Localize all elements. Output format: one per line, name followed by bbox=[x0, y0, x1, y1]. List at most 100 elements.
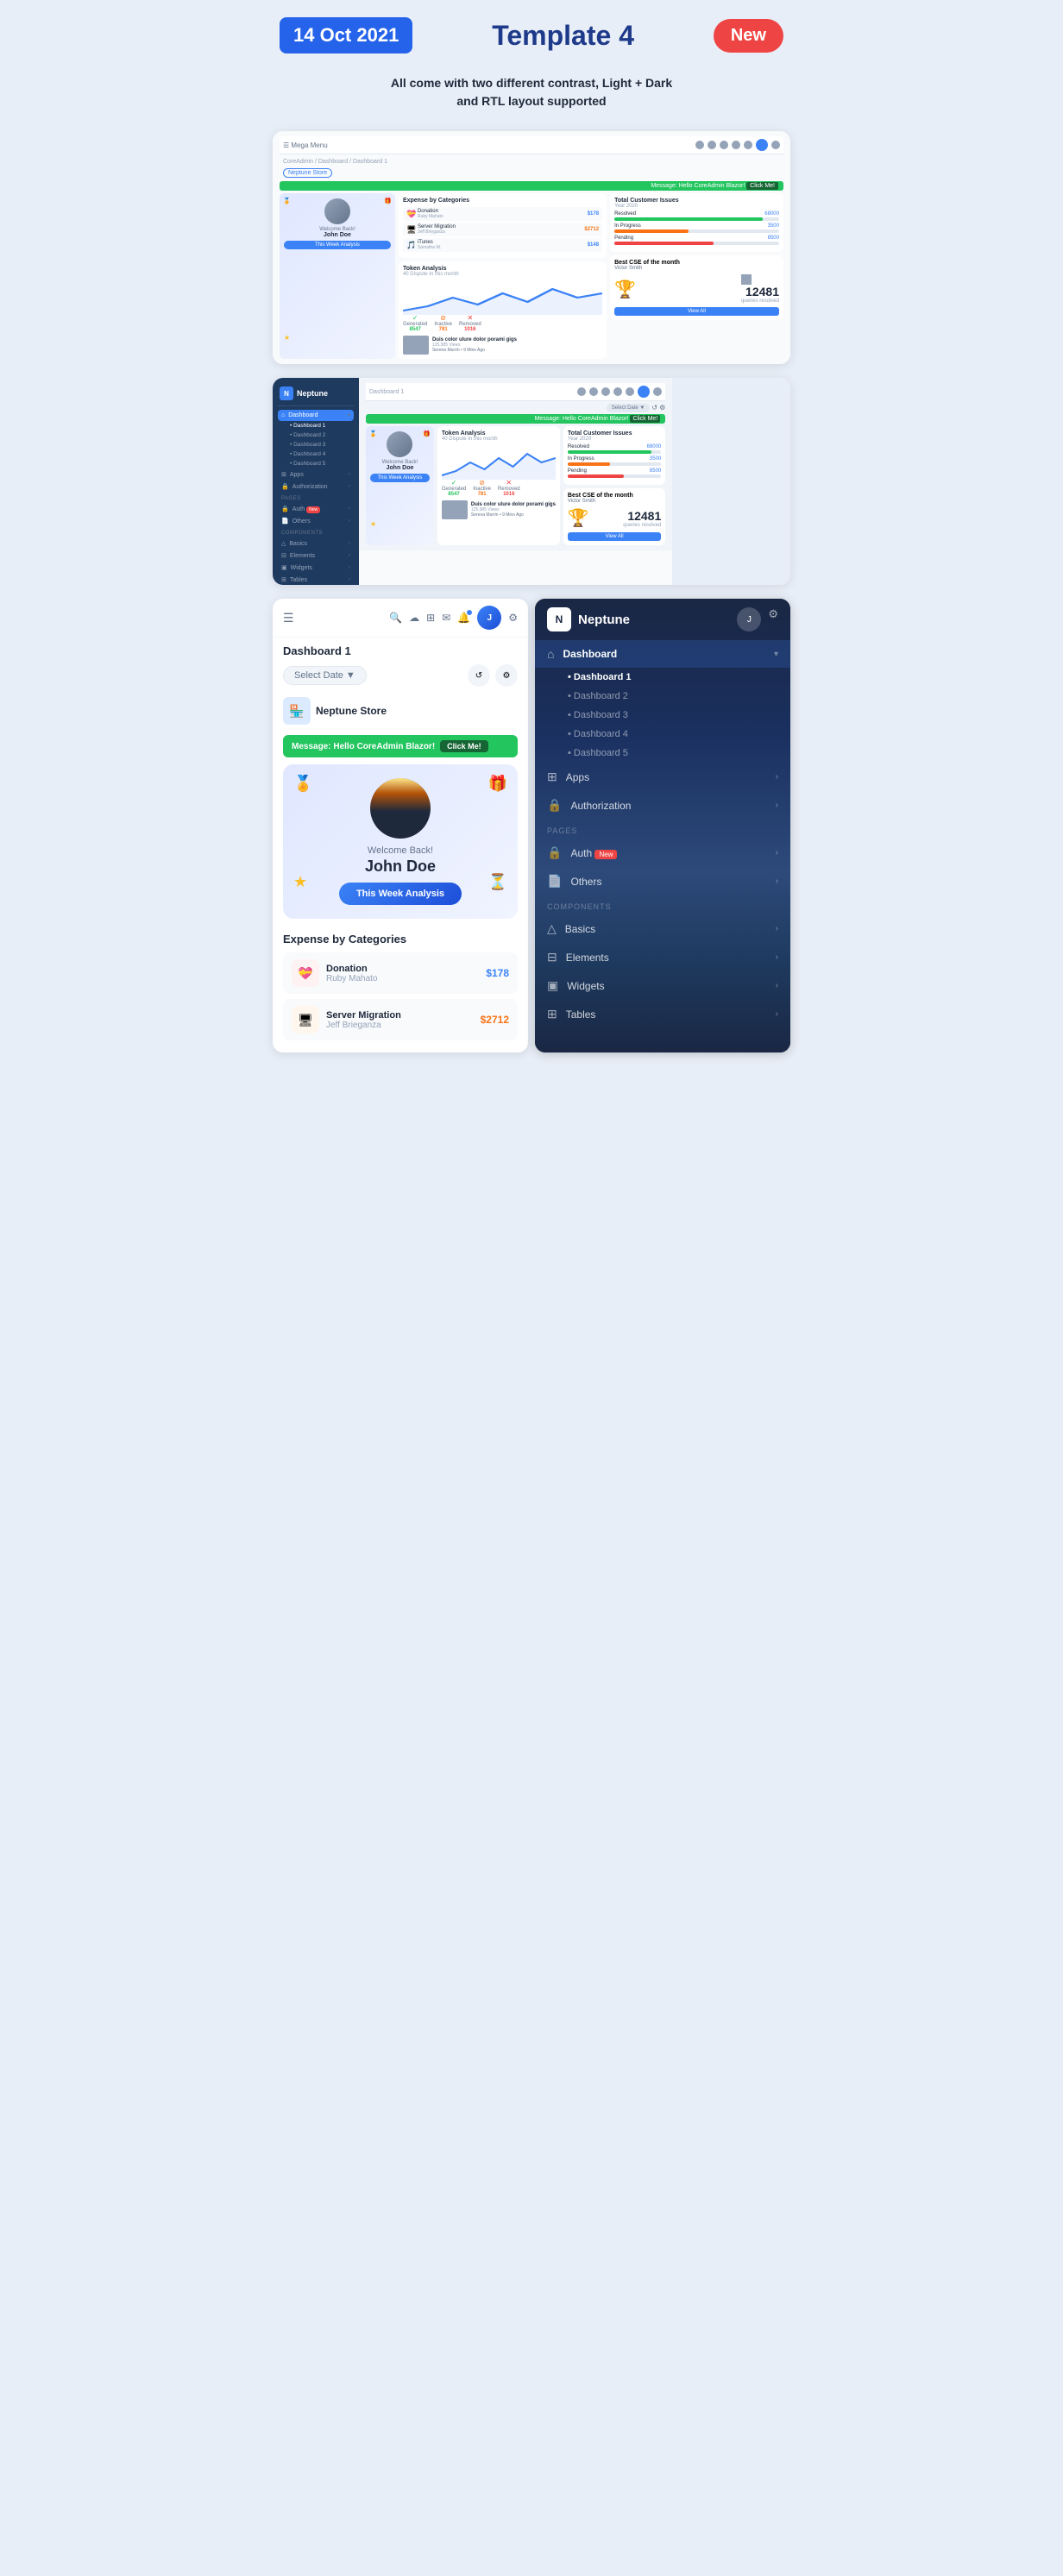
sidebar-item-auth-pages[interactable]: 🔒 Auth New › bbox=[278, 503, 354, 515]
lock-icon: 🔒 bbox=[281, 506, 289, 512]
sidebar-item-tables[interactable]: ⊞ Tables › bbox=[278, 574, 354, 585]
issues-title: Total Customer Issues bbox=[614, 198, 779, 204]
main-stats: ✓ Generated 8547 ⊘ Inactive 781 ✕ bbox=[442, 479, 556, 497]
dark-sub-dashboard5[interactable]: • Dashboard 5 bbox=[535, 744, 790, 763]
dark-lock-icon: 🔒 bbox=[547, 845, 562, 860]
cse-title: Best CSE of the month bbox=[614, 260, 779, 266]
bar-inprogress: In Progress3500 bbox=[614, 223, 779, 233]
sidebar-item-elements[interactable]: ⊟ Elements › bbox=[278, 550, 354, 562]
date-select-btn[interactable]: Select Date ▼ bbox=[283, 666, 367, 685]
dark-nav-authorization[interactable]: 🔒 Authorization › bbox=[535, 791, 790, 820]
dark-chevron-right-widgets: › bbox=[776, 981, 778, 990]
main-mini-dash: Dashboard 1 Select Date ▼ ↺ ⚙ bbox=[359, 378, 672, 550]
dark-nav-elements[interactable]: ⊟ Elements › bbox=[535, 943, 790, 971]
dark-nav-apps[interactable]: ⊞ Apps › bbox=[535, 763, 790, 791]
dark-topbar-icons: J ⚙ bbox=[737, 607, 778, 631]
filter-date-icon[interactable]: ⚙ bbox=[495, 664, 518, 687]
stat-generated: ✓ Generated 8547 bbox=[403, 314, 427, 332]
expense-left-1: 💝 Donation Ruby Mahato bbox=[292, 959, 377, 987]
date-select-row: Select Date ▼ ↺ ⚙ bbox=[273, 661, 528, 690]
gift-icon-2: 🎁 bbox=[423, 430, 431, 437]
main-issues: Total Customer Issues Year 2020 Resolved… bbox=[563, 426, 665, 485]
dark-nav-auth-page[interactable]: 🔒 Auth New › bbox=[535, 839, 790, 867]
sidebar-item-apps[interactable]: ⊞ Apps › bbox=[278, 468, 354, 481]
mini-expense: Expense by Categories 💝 Donation Ruby Ma… bbox=[399, 193, 607, 258]
new-badge-auth: New bbox=[306, 506, 320, 513]
dark-logo: N Neptune bbox=[547, 607, 630, 631]
grid-icon-2 bbox=[601, 387, 610, 396]
sidebar-sub-dashboard2[interactable]: • Dashboard 2 bbox=[278, 430, 354, 440]
sidebar-item-others[interactable]: 📄 Others › bbox=[278, 515, 354, 527]
week-analysis-btn[interactable]: This Week Analysis bbox=[339, 883, 462, 905]
select-date-btn[interactable]: Select Date ▼ bbox=[607, 404, 651, 412]
dark-sub-dashboard4[interactable]: • Dashboard 4 bbox=[535, 725, 790, 744]
expense-item-itunes: 🎵 iTunes Samatha W. $148 bbox=[403, 238, 602, 252]
dark-sub-dashboard3[interactable]: • Dashboard 3 bbox=[535, 706, 790, 725]
bell-icon bbox=[744, 141, 752, 149]
sidebar-item-widgets[interactable]: ▣ Widgets › bbox=[278, 562, 354, 574]
main-queries: 12481 bbox=[623, 509, 661, 523]
star-icon-2: ★ bbox=[370, 520, 376, 528]
expense-name-2: Server Migration bbox=[326, 1010, 401, 1021]
cloud-icon[interactable]: ☁ bbox=[409, 612, 419, 624]
search-icon-2 bbox=[577, 387, 586, 396]
article-thumb bbox=[403, 336, 429, 355]
search-icon-3[interactable]: 🔍 bbox=[389, 612, 402, 624]
elements-icon: ⊟ bbox=[281, 552, 286, 559]
dark-sub-dashboard2[interactable]: • Dashboard 2 bbox=[535, 687, 790, 706]
light-topbar-icons: 🔍 ☁ ⊞ ✉ 🔔 J ⚙ bbox=[389, 606, 518, 630]
split-light-card: ☰ 🔍 ☁ ⊞ ✉ 🔔 J ⚙ Dashboard 1 Select Date … bbox=[273, 599, 528, 1052]
expense-person-1: Ruby Mahato bbox=[326, 974, 377, 983]
home-icon: ⌂ bbox=[281, 412, 285, 418]
profile-avatar-large bbox=[370, 778, 431, 839]
mail-icon-3[interactable]: ✉ bbox=[442, 612, 450, 624]
dark-chevron-right-apps: › bbox=[776, 772, 778, 782]
dark-settings-icon[interactable]: ⚙ bbox=[768, 607, 778, 631]
click-me-btn[interactable]: Click Me! bbox=[440, 740, 488, 752]
week-btn: This Week Analysis bbox=[284, 241, 391, 249]
dark-nav-basics[interactable]: △ Basics › bbox=[535, 914, 790, 943]
mini-topbar: ☰ Mega Menu bbox=[280, 136, 783, 154]
donation-amount: $178 bbox=[588, 211, 599, 217]
bell-icon-3[interactable]: 🔔 bbox=[457, 612, 470, 624]
mini-menu: ☰ Mega Menu bbox=[283, 141, 328, 149]
dark-nav-dashboard[interactable]: ⌂ Dashboard ▾ bbox=[535, 640, 790, 668]
refresh-date-icon[interactable]: ↺ bbox=[468, 664, 490, 687]
split-preview: ☰ 🔍 ☁ ⊞ ✉ 🔔 J ⚙ Dashboard 1 Select Date … bbox=[273, 599, 790, 1052]
article-row: Duis color ulure dolor porami gigs 125,9… bbox=[403, 336, 602, 355]
dark-nav-widgets[interactable]: ▣ Widgets › bbox=[535, 971, 790, 1000]
grid-icon-3[interactable]: ⊞ bbox=[426, 612, 435, 624]
sidebar-sub-dashboard3[interactable]: • Dashboard 3 bbox=[278, 440, 354, 449]
select-date-row: Select Date ▼ ↺ ⚙ bbox=[366, 404, 665, 412]
hamburger-icon[interactable]: ☰ bbox=[283, 611, 294, 625]
article-author: Serena Murrin • 9 Mins Ago bbox=[432, 348, 517, 353]
dark-sub-dashboard1[interactable]: • Dashboard 1 bbox=[535, 668, 790, 687]
sidebar-item-basics[interactable]: △ Basics › bbox=[278, 537, 354, 550]
sidebar-sub-dashboard1[interactable]: • Dashboard 1 bbox=[278, 421, 354, 430]
dark-nav-others[interactable]: 📄 Others › bbox=[535, 867, 790, 895]
dark-auth-icon: 🔒 bbox=[547, 798, 562, 813]
sidebar-sub-dashboard5[interactable]: • Dashboard 5 bbox=[278, 459, 354, 468]
date-badge: 14 Oct 2021 bbox=[280, 17, 412, 53]
expense-item-donation: 💝 Donation Ruby Mahato $178 bbox=[403, 207, 602, 221]
dark-avatar: J bbox=[737, 607, 761, 631]
mini-cse: Best CSE of the month Victor Smith 🏆 124… bbox=[610, 255, 783, 320]
template-title: Template 4 bbox=[492, 20, 634, 52]
filter-icon[interactable]: ⚙ bbox=[659, 404, 665, 412]
basics-icon: △ bbox=[281, 540, 286, 547]
sidebar-sub-dashboard4[interactable]: • Dashboard 4 bbox=[278, 449, 354, 459]
sidebar-item-dashboard[interactable]: ⌂ Dashboard ▾ bbox=[278, 410, 354, 421]
main-stat-generated: ✓ Generated 8547 bbox=[442, 479, 466, 497]
user-avatar: J bbox=[477, 606, 501, 630]
expense-item-light-2: 🖥 Server Migration Jeff Brieganza $2712 bbox=[283, 999, 518, 1040]
chevron-right-icon-7: › bbox=[349, 565, 350, 570]
store-name: Neptune Store bbox=[316, 705, 387, 717]
refresh-icon-3[interactable]: ↺ bbox=[651, 404, 657, 412]
cse-person: Victor Smith bbox=[614, 266, 779, 271]
dark-nav-tables[interactable]: ⊞ Tables › bbox=[535, 1000, 790, 1028]
server-icon: 🖥 bbox=[406, 225, 415, 234]
sidebar-item-auth[interactable]: 🔒 Authorization › bbox=[278, 481, 354, 493]
server-icon-l: 🖥 bbox=[292, 1006, 319, 1034]
settings-icon-3[interactable]: ⚙ bbox=[508, 612, 518, 624]
main-issues-sub: Year 2020 bbox=[568, 437, 661, 442]
